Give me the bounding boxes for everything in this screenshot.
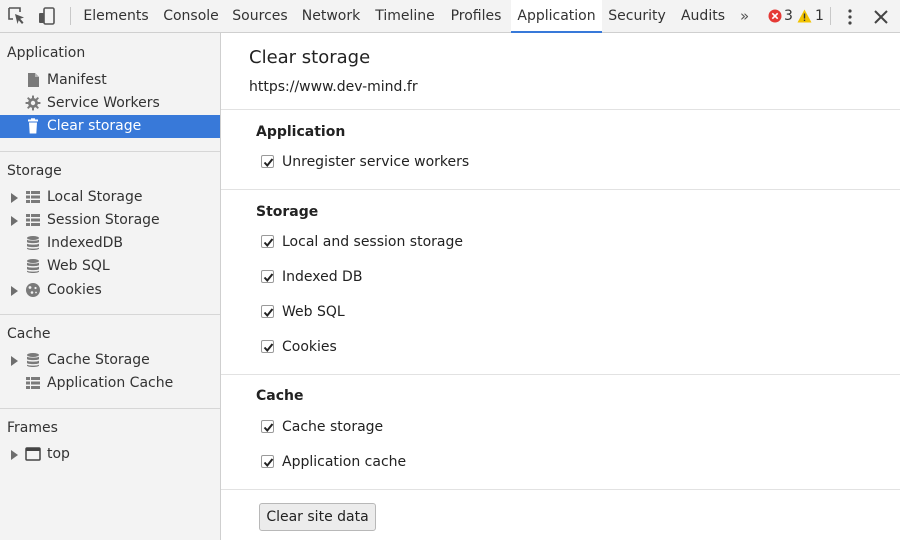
section-title-storage: Storage [7, 163, 62, 179]
checkbox[interactable] [261, 235, 274, 248]
more-tabs-button[interactable]: » [740, 0, 749, 33]
sidebar-item-session-storage[interactable]: Session Storage [0, 209, 220, 232]
page-title: Clear storage [249, 47, 371, 68]
toolbar-separator [830, 7, 831, 25]
sidebar-item-application-cache[interactable]: Application Cache [0, 372, 220, 395]
section-divider [0, 408, 220, 409]
checkbox[interactable] [261, 155, 274, 168]
section-title-cache: Cache [7, 326, 51, 342]
sidebar-item-manifest[interactable]: Manifest [0, 69, 220, 92]
trash-icon [28, 118, 38, 134]
expand-arrow-icon[interactable] [11, 450, 18, 460]
checkbox[interactable] [261, 455, 274, 468]
sidebar-item-label: Session Storage [47, 212, 160, 228]
sidebar-item-label: Local Storage [47, 189, 143, 205]
database-icon [27, 236, 39, 250]
sidebar-item-label: Web SQL [47, 258, 110, 274]
grid-icon [26, 214, 40, 226]
checkbox-label: Application cache [282, 454, 407, 470]
gear-icon [25, 95, 41, 111]
grid-icon [26, 191, 40, 203]
checkbox-label: Indexed DB [282, 269, 363, 285]
checkmark-icon [263, 458, 274, 468]
expand-arrow-icon[interactable] [11, 356, 18, 366]
toolbar-separator [70, 7, 71, 25]
tab-elements[interactable]: Elements [78, 0, 154, 33]
sidebar-item-label: IndexedDB [47, 235, 123, 251]
tab-timeline[interactable]: Timeline [369, 0, 441, 33]
checkbox-label: Cache storage [282, 419, 384, 435]
checkbox-label: Unregister service workers [282, 154, 470, 170]
more-vertical-icon[interactable] [843, 8, 857, 26]
sidebar-item-clear-storage[interactable]: Clear storage [0, 115, 220, 138]
tab-network[interactable]: Network [295, 0, 367, 33]
tab-security[interactable]: Security [604, 0, 670, 33]
expand-arrow-icon[interactable] [11, 193, 18, 203]
sidebar-item-local-storage[interactable]: Local Storage [0, 186, 220, 209]
clear-site-data-button[interactable]: Clear site data [259, 503, 376, 531]
cookie-icon [26, 283, 40, 297]
section-divider [221, 109, 900, 110]
sidebar-item-cache-storage[interactable]: Cache Storage [0, 349, 220, 372]
section-title-frames: Frames [7, 420, 58, 436]
database-icon [27, 353, 39, 367]
tab-sources[interactable]: Sources [227, 0, 293, 33]
group-title-application: Application [256, 124, 346, 140]
group-title-cache: Cache [256, 388, 304, 404]
application-sidebar: Application Manifest Service Workers Cle… [0, 33, 221, 540]
error-icon[interactable] [768, 9, 782, 23]
expand-arrow-icon[interactable] [11, 216, 18, 226]
checkbox[interactable] [261, 340, 274, 353]
tab-application[interactable]: Application [511, 0, 602, 33]
checkmark-icon [263, 238, 274, 248]
checkbox-label: Web SQL [282, 304, 345, 320]
checkbox[interactable] [261, 305, 274, 318]
origin-url: https://www.dev-mind.fr [249, 79, 418, 95]
tab-audits[interactable]: Audits [674, 0, 732, 33]
sidebar-item-label: Cache Storage [47, 352, 150, 368]
sidebar-item-label: Cookies [47, 282, 102, 298]
checkbox[interactable] [261, 420, 274, 433]
sidebar-item-label: top [47, 446, 70, 462]
sidebar-item-service-workers[interactable]: Service Workers [0, 92, 220, 115]
tab-profiles[interactable]: Profiles [443, 0, 509, 33]
clear-storage-panel: Clear storage https://www.dev-mind.fr Ap… [221, 33, 900, 540]
group-title-storage: Storage [256, 204, 319, 220]
error-count[interactable]: 3 [784, 0, 793, 33]
database-icon [27, 259, 39, 273]
checkbox[interactable] [261, 270, 274, 283]
expand-arrow-icon[interactable] [11, 286, 18, 296]
sidebar-item-web-sql[interactable]: Web SQL [0, 255, 220, 278]
frame-icon [25, 447, 41, 461]
grid-icon [26, 377, 40, 389]
sidebar-item-indexeddb[interactable]: IndexedDB [0, 232, 220, 255]
section-divider [0, 314, 220, 315]
checkbox-label: Cookies [282, 339, 337, 355]
tab-console[interactable]: Console [157, 0, 225, 33]
sidebar-item-label: Clear storage [47, 118, 142, 134]
document-icon [28, 73, 39, 87]
checkbox-label: Local and session storage [282, 234, 463, 250]
sidebar-item-frame-top[interactable]: top [0, 443, 220, 466]
sidebar-item-cookies[interactable]: Cookies [0, 279, 220, 302]
devtools-toolbar: Elements Console Sources Network Timelin… [0, 0, 900, 33]
warning-icon[interactable] [797, 9, 812, 23]
checkmark-icon [263, 273, 274, 283]
sidebar-item-label: Application Cache [47, 375, 174, 391]
checkmark-icon [263, 423, 274, 433]
section-divider [221, 374, 900, 375]
close-icon[interactable] [873, 9, 889, 25]
section-divider [221, 489, 900, 490]
sidebar-item-label: Manifest [47, 72, 107, 88]
device-toolbar-icon[interactable] [37, 6, 57, 26]
checkmark-icon [263, 308, 274, 318]
sidebar-item-label: Service Workers [47, 95, 160, 111]
section-divider [221, 189, 900, 190]
section-divider [0, 151, 220, 152]
checkmark-icon [263, 158, 274, 168]
warning-count[interactable]: 1 [815, 0, 824, 33]
inspect-element-icon[interactable] [7, 6, 27, 26]
section-title-application: Application [7, 45, 86, 61]
checkmark-icon [263, 343, 274, 353]
